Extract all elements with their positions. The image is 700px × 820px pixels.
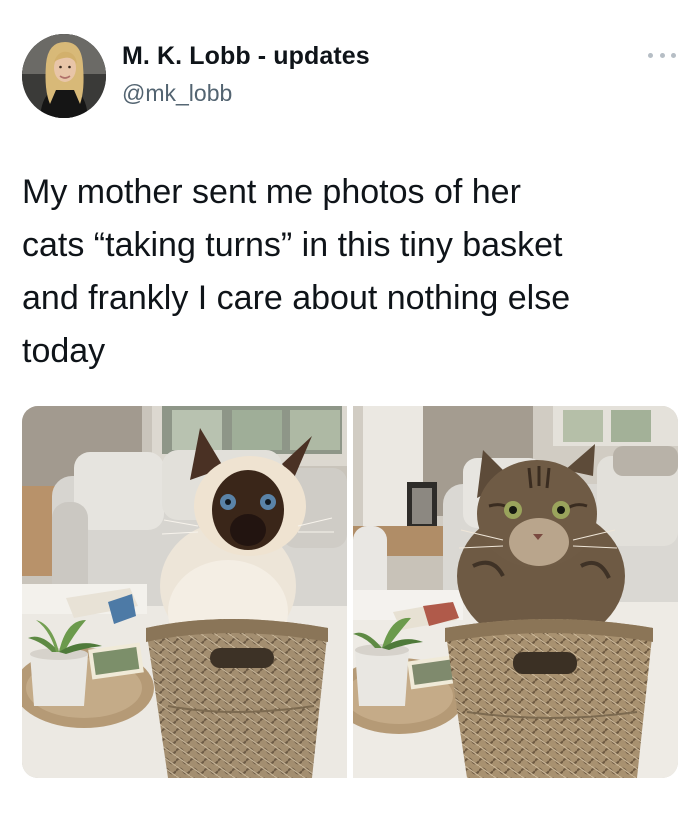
more-dot bbox=[659, 52, 665, 58]
tweet-card: M. K. Lobb - updates @mk_lobb My mother … bbox=[0, 0, 700, 820]
author-handle[interactable]: @mk_lobb bbox=[122, 80, 232, 107]
tabby-cat-in-basket-photo[interactable] bbox=[353, 406, 678, 778]
more-icon[interactable] bbox=[648, 50, 676, 60]
siamese-cat-in-basket-photo[interactable] bbox=[22, 406, 347, 778]
more-dot bbox=[671, 52, 676, 58]
tweet-header: M. K. Lobb - updates @mk_lobb bbox=[22, 34, 678, 120]
author-display-name[interactable]: M. K. Lobb - updates bbox=[122, 42, 370, 71]
tweet-text: My mother sent me photos of her cats “ta… bbox=[22, 173, 571, 370]
avatar-image bbox=[22, 34, 106, 118]
more-dot bbox=[648, 52, 653, 58]
avatar[interactable] bbox=[22, 34, 106, 118]
media-grid bbox=[22, 406, 678, 778]
